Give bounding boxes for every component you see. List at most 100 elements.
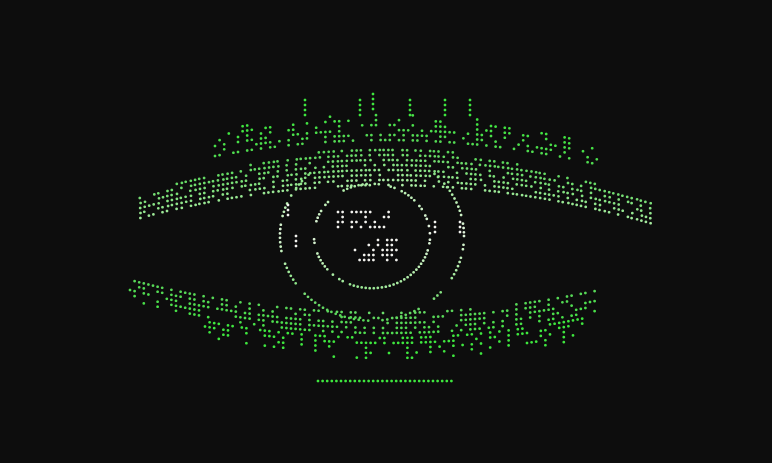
- braille-dot: [303, 182, 307, 185]
- braille-dot: [364, 356, 368, 360]
- braille-dot: [283, 206, 287, 209]
- braille-dot: [316, 252, 319, 255]
- braille-dot: [198, 187, 202, 191]
- braille-dot: [565, 295, 569, 298]
- braille-dot: [291, 332, 294, 335]
- braille-dot: [482, 316, 486, 320]
- braille-dot: [305, 122, 309, 125]
- braille-dot: [234, 175, 238, 179]
- braille-dot: [373, 163, 377, 167]
- braille-dot: [469, 177, 473, 181]
- braille-dot: [450, 379, 453, 383]
- braille-dot: [593, 299, 596, 303]
- braille-dot: [409, 331, 412, 335]
- braille-dot: [319, 209, 323, 213]
- braille-dot: [452, 354, 455, 358]
- braille-dot: [188, 302, 192, 305]
- braille-dot: [317, 212, 321, 216]
- braille-dot: [410, 179, 413, 182]
- braille-dot: [263, 329, 267, 332]
- braille-dot: [419, 149, 423, 153]
- braille-dot: [429, 345, 432, 349]
- braille-dot: [501, 319, 504, 323]
- braille-dot: [305, 132, 309, 135]
- braille-dot: [410, 164, 414, 167]
- braille-dot: [570, 182, 574, 186]
- braille-dot: [501, 166, 505, 169]
- braille-dot: [332, 155, 336, 158]
- braille-dot: [608, 200, 611, 204]
- braille-dot: [360, 341, 363, 345]
- braille-dot: [374, 123, 378, 127]
- braille-dot: [538, 171, 542, 175]
- braille-dot: [332, 180, 335, 183]
- braille-dot: [363, 178, 367, 182]
- braille-dot: [374, 118, 378, 122]
- braille-dot: [368, 286, 372, 290]
- braille-dot: [142, 292, 146, 295]
- braille-dot: [395, 316, 398, 319]
- braille-dot: [373, 148, 377, 152]
- braille-dot: [262, 309, 265, 312]
- braille-dot: [314, 344, 317, 347]
- braille-dot: [401, 148, 404, 152]
- braille-dot: [280, 321, 284, 324]
- braille-dot: [263, 166, 266, 170]
- braille-dot: [520, 168, 523, 172]
- braille-dot: [551, 307, 555, 311]
- braille-dot: [649, 211, 652, 215]
- braille-dot: [281, 341, 285, 345]
- braille-dot: [443, 125, 447, 129]
- braille-dot: [571, 319, 575, 322]
- braille-dot: [510, 187, 514, 191]
- braille-dot: [557, 184, 561, 188]
- braille-dot: [312, 171, 316, 175]
- braille-dot: [502, 181, 505, 184]
- braille-dot: [303, 172, 307, 175]
- braille-dot: [152, 203, 156, 206]
- braille-dot: [340, 164, 344, 168]
- braille-dot: [259, 142, 263, 145]
- braille-dot: [273, 145, 277, 149]
- braille-dot: [450, 276, 454, 280]
- braille-dot: [422, 379, 426, 383]
- braille-dot: [257, 172, 261, 176]
- braille-dot: [156, 206, 160, 210]
- braille-dot: [211, 296, 215, 300]
- braille-dot: [413, 316, 417, 319]
- braille-dot: [277, 340, 280, 344]
- braille-dot: [285, 178, 289, 182]
- braille-dot: [418, 154, 422, 158]
- braille-dot: [357, 183, 360, 187]
- braille-dot: [649, 221, 652, 225]
- braille-dot: [373, 341, 377, 345]
- braille-dot: [406, 351, 409, 355]
- braille-dot: [616, 193, 620, 196]
- braille-dot: [574, 308, 578, 312]
- braille-dot: [483, 184, 487, 187]
- braille-dot: [303, 113, 307, 117]
- braille-dot: [607, 210, 611, 214]
- braille-dot: [359, 210, 363, 214]
- braille-dot: [611, 191, 615, 195]
- braille-dot: [198, 192, 202, 196]
- braille-dot: [433, 340, 437, 344]
- braille-dot: [474, 168, 478, 171]
- braille-dot: [561, 315, 564, 319]
- braille-dot: [368, 168, 371, 172]
- braille-dot: [202, 191, 206, 195]
- braille-dot: [503, 131, 507, 135]
- braille-dot: [497, 185, 501, 189]
- braille-dot: [321, 324, 325, 328]
- braille-dot: [534, 175, 538, 179]
- braille-dot: [432, 330, 435, 334]
- braille-dot: [475, 123, 479, 126]
- braille-dot: [639, 204, 643, 207]
- braille-dot: [414, 164, 418, 167]
- braille-dot: [221, 183, 225, 186]
- braille-dot: [452, 339, 455, 343]
- braille-dot: [339, 379, 343, 383]
- braille-dot: [393, 186, 396, 190]
- braille-dot: [459, 318, 463, 322]
- braille-dot: [298, 322, 302, 326]
